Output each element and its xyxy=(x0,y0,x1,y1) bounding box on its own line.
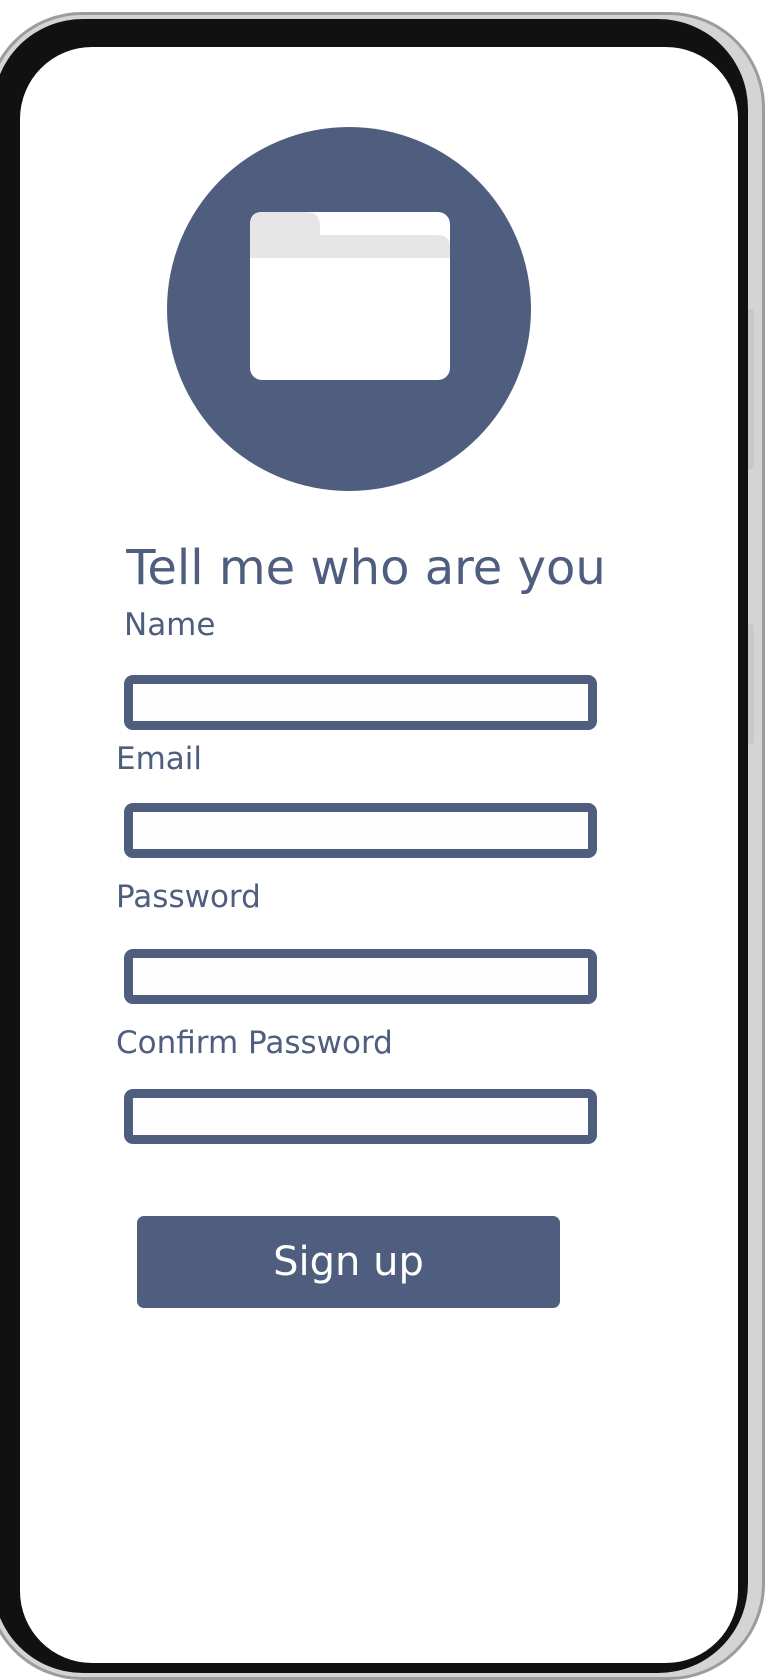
email-label: Email xyxy=(116,741,203,777)
phone-bezel: Tell me who are you Name Email Password … xyxy=(0,19,754,1673)
confirm-password-label: Confirm Password xyxy=(116,1025,393,1061)
confirm-password-field[interactable] xyxy=(124,1089,597,1144)
side-button-lower xyxy=(748,624,754,744)
password-field[interactable] xyxy=(124,949,597,1004)
side-button-upper xyxy=(748,309,754,469)
signup-button[interactable]: Sign up xyxy=(137,1216,560,1308)
phone-frame: Tell me who are you Name Email Password … xyxy=(0,12,765,1680)
page-title: Tell me who are you xyxy=(126,540,606,596)
name-field[interactable] xyxy=(124,675,597,730)
password-label: Password xyxy=(116,879,261,915)
folder-icon xyxy=(250,212,450,380)
email-field[interactable] xyxy=(124,803,597,858)
name-label: Name xyxy=(124,607,216,643)
screen: Tell me who are you Name Email Password … xyxy=(20,47,738,1663)
